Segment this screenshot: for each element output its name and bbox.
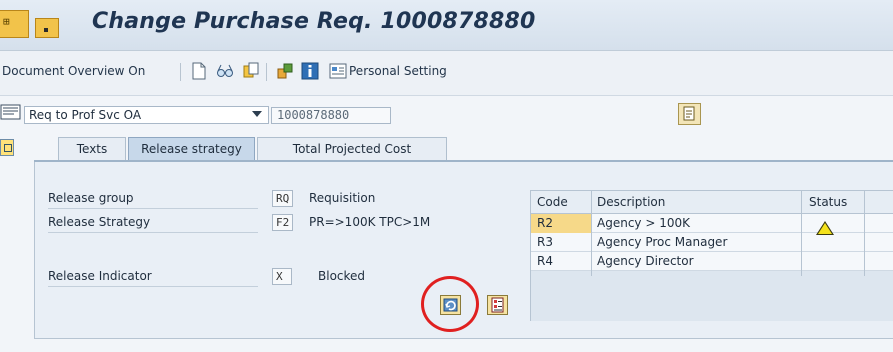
release-strategy-code: F2 [272, 214, 294, 231]
document-number-field[interactable]: 1000878880 [271, 107, 391, 124]
release-indicator-label: Release Indicator [48, 269, 152, 283]
info-icon[interactable] [301, 62, 319, 80]
column-divider [801, 191, 802, 276]
release-strategy-label: Release Strategy [48, 215, 151, 229]
chevron-down-icon[interactable] [252, 111, 262, 117]
release-group-code: RQ [272, 190, 294, 207]
personal-setting-button[interactable]: Personal Setting [349, 64, 447, 78]
release-codes-table: Code Description Status R2 Agency > 100K… [530, 190, 893, 321]
tab-total-projected-cost[interactable]: Total Projected Cost [257, 137, 447, 160]
document-overview-button[interactable]: Document Overview On [2, 64, 145, 78]
list-icon [491, 297, 504, 313]
new-document-icon[interactable] [190, 62, 208, 80]
table-row[interactable] [531, 252, 893, 271]
label-underline [48, 232, 258, 233]
column-divider [591, 191, 592, 276]
row-code[interactable]: R4 [531, 252, 553, 271]
column-header-code[interactable]: Code [531, 193, 568, 212]
release-indicator-text: Blocked [318, 269, 366, 283]
document-type-value: Req to Prof Svc OA [29, 108, 142, 122]
row-code[interactable]: R2 [531, 214, 553, 233]
column-header-status[interactable]: Status [803, 193, 847, 212]
row-description: Agency Director [597, 254, 694, 268]
document-overview-icon[interactable] [678, 103, 701, 125]
copy-icon[interactable] [242, 62, 260, 80]
glasses-icon[interactable] [216, 62, 234, 80]
highlight-circle [421, 276, 479, 332]
release-prerequisites-button[interactable] [487, 295, 508, 315]
toolbar-separator [180, 63, 181, 81]
row-description: Agency > 100K [597, 216, 690, 230]
release-group-label: Release group [48, 191, 134, 205]
document-type-icon[interactable] [0, 104, 21, 120]
release-indicator-code: X [272, 268, 292, 285]
document-type-select[interactable]: Req to Prof Svc OA [24, 106, 269, 124]
row-code[interactable]: R3 [531, 233, 553, 252]
tab-release-strategy[interactable]: Release strategy [128, 137, 255, 160]
column-header-description[interactable]: Description [591, 193, 665, 212]
warning-triangle-icon [816, 221, 834, 235]
page-title: Change Purchase Req. 1000878880 [92, 9, 536, 34]
label-underline [48, 208, 258, 209]
application-toolbar: Document Overview On Personal Setting [0, 51, 893, 96]
personal-setting-icon[interactable] [329, 62, 347, 80]
tab-list-icon[interactable] [0, 139, 14, 156]
row-description: Agency Proc Manager [597, 235, 728, 249]
toolbar-separator [266, 63, 267, 81]
menu-icon[interactable] [35, 18, 59, 38]
label-underline [48, 286, 258, 287]
column-divider [864, 191, 865, 276]
release-strategy-text: PR=>100K TPC>1M [309, 215, 431, 229]
title-bar: ⊞ Change Purchase Req. 1000878880 [0, 0, 893, 51]
puzzle-icon[interactable] [276, 62, 294, 80]
tab-texts[interactable]: Texts [58, 137, 126, 160]
system-menu-icon[interactable]: ⊞ [0, 10, 29, 38]
release-group-text: Requisition [309, 191, 376, 205]
